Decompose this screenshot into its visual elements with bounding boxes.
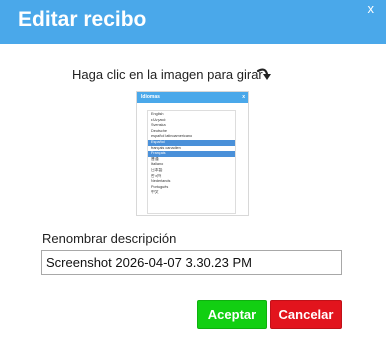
rotate-arrow-icon[interactable] — [256, 66, 272, 82]
dialog-title: Editar recibo — [18, 8, 147, 31]
preview-close-icon: x — [242, 94, 245, 100]
preview-header-title: Idiomas — [141, 94, 160, 100]
rename-description-label: Renombrar descripción — [42, 231, 177, 246]
accept-button[interactable]: Aceptar — [197, 300, 267, 329]
cancel-button[interactable]: Cancelar — [270, 300, 342, 329]
rotate-instruction: Haga clic en la imagen para girar — [72, 67, 263, 82]
description-input[interactable] — [41, 250, 342, 275]
close-icon[interactable]: x — [368, 2, 375, 15]
dialog-title-bar: Editar recibo x — [0, 0, 386, 44]
receipt-image-preview[interactable]: Idiomas x English ελληνικά Svenska Deutsche… — [136, 91, 249, 216]
preview-language-item: 中文 — [151, 190, 159, 195]
preview-language-list: English ελληνικά Svenska Deutsche español la… — [147, 110, 236, 214]
preview-header: Idiomas x — [137, 92, 248, 103]
